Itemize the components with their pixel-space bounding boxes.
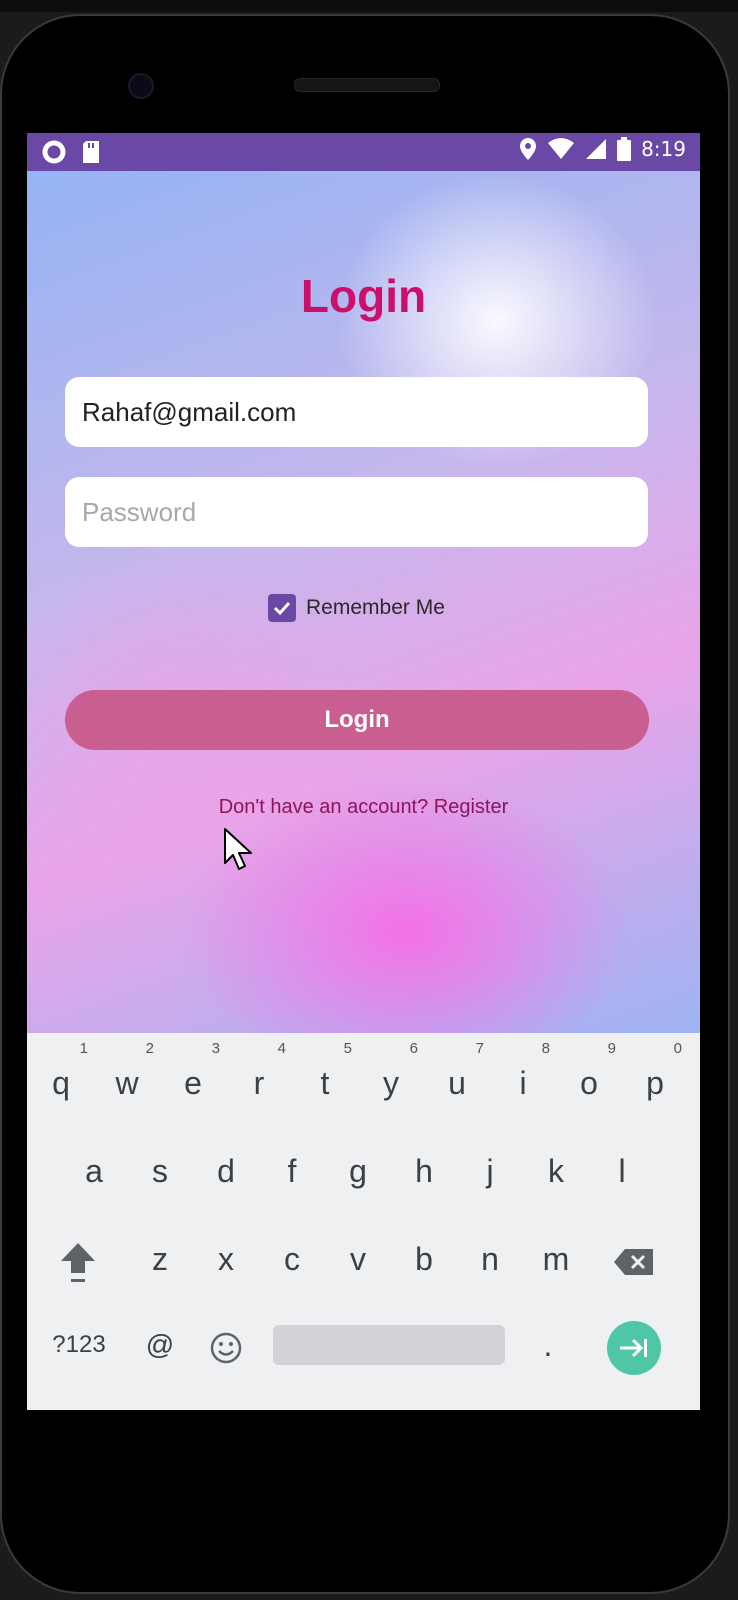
key-r[interactable]: r4 <box>228 1040 290 1123</box>
key-y[interactable]: y6 <box>360 1040 422 1123</box>
emoji-key[interactable] <box>195 1305 257 1385</box>
key-l[interactable]: l <box>591 1131 653 1211</box>
key-k[interactable]: k <box>525 1131 587 1211</box>
next-arrow-icon <box>607 1320 661 1375</box>
key-e[interactable]: e3 <box>162 1040 224 1123</box>
key-s[interactable]: s <box>129 1131 191 1211</box>
key-x[interactable]: x <box>195 1219 257 1299</box>
key-j[interactable]: j <box>459 1131 521 1211</box>
status-bar: 8:19 <box>27 133 700 171</box>
key-t[interactable]: t5 <box>294 1040 356 1123</box>
front-camera <box>128 73 154 99</box>
key-v[interactable]: v <box>327 1219 389 1299</box>
earpiece-speaker <box>294 78 440 92</box>
signal-icon <box>586 139 607 159</box>
remember-me[interactable]: Remember Me <box>268 594 445 622</box>
email-value: Rahaf@gmail.com <box>82 396 297 427</box>
register-link[interactable]: Don't have an account? Register <box>27 796 700 819</box>
period-key[interactable]: . <box>517 1305 579 1385</box>
key-n[interactable]: n <box>459 1219 521 1299</box>
login-screen: Login Rahaf@gmail.com Password Remember … <box>27 171 700 1033</box>
key-a[interactable]: a <box>63 1131 125 1211</box>
key-g[interactable]: g <box>327 1131 389 1211</box>
top-bar <box>0 0 738 12</box>
wifi-icon <box>548 138 575 159</box>
page-title: Login <box>300 270 427 322</box>
key-h[interactable]: h <box>393 1131 455 1211</box>
emoji-icon <box>210 1332 242 1363</box>
shift-key[interactable] <box>47 1219 109 1299</box>
key-o[interactable]: o9 <box>558 1040 620 1123</box>
space-key[interactable] <box>273 1325 505 1365</box>
at-key[interactable]: @ <box>129 1305 191 1385</box>
key-w[interactable]: w2 <box>96 1040 158 1123</box>
key-c[interactable]: c <box>261 1219 323 1299</box>
check-icon <box>273 601 291 616</box>
login-button[interactable]: Login <box>65 690 649 750</box>
circle-icon <box>42 140 66 164</box>
email-field[interactable]: Rahaf@gmail.com <box>65 377 648 447</box>
key-b[interactable]: b <box>393 1219 455 1299</box>
password-placeholder: Password <box>82 496 197 527</box>
key-p[interactable]: p0 <box>624 1040 686 1123</box>
battery-icon <box>617 137 632 161</box>
symbols-key[interactable]: ?123 <box>47 1305 111 1385</box>
remember-me-checkbox[interactable] <box>268 594 296 622</box>
location-icon <box>520 138 537 160</box>
enter-key[interactable] <box>603 1305 665 1385</box>
backspace-icon <box>614 1248 653 1275</box>
key-m[interactable]: m <box>525 1219 587 1299</box>
device-screen: 8:19 Login Rahaf@gmail.com Password Reme… <box>27 133 700 1410</box>
shift-icon <box>61 1242 95 1282</box>
key-d[interactable]: d <box>195 1131 257 1211</box>
key-f[interactable]: f <box>261 1131 323 1211</box>
remember-me-label: Remember Me <box>306 596 445 619</box>
key-i[interactable]: i8 <box>492 1040 554 1123</box>
status-time: 8:19 <box>641 137 686 161</box>
key-z[interactable]: z <box>129 1219 191 1299</box>
key-u[interactable]: u7 <box>426 1040 488 1123</box>
key-q[interactable]: q1 <box>30 1040 92 1123</box>
password-field[interactable]: Password <box>65 477 648 547</box>
sd-card-icon <box>83 141 99 163</box>
backspace-key[interactable] <box>603 1219 665 1299</box>
mouse-cursor-icon <box>224 828 252 870</box>
soft-keyboard: q1 w2 e3 r4 t5 y6 u7 i8 o9 p0 a s d f g … <box>27 1033 700 1410</box>
